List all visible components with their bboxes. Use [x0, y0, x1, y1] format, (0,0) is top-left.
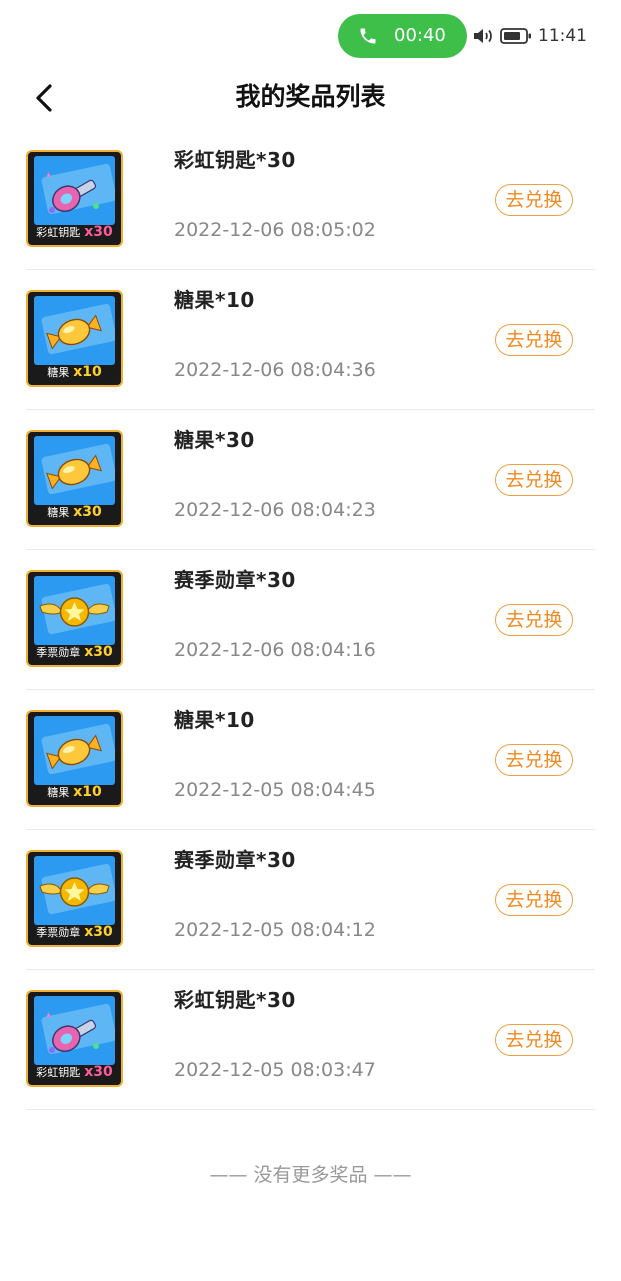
- prize-thumbnail: 彩虹钥匙 x30: [26, 990, 123, 1087]
- prize-thumbnail: 彩虹钥匙 x30: [26, 150, 123, 247]
- prize-row-6: 季票勋章 x30 赛季勋章*30 2022-12-05 08:04:12 去兑换: [0, 830, 621, 970]
- ongoing-call-pill[interactable]: 00:40: [338, 14, 467, 58]
- thumbnail-label: 季票勋章: [36, 926, 81, 939]
- prize-timestamp: 2022-12-05 08:03:47: [174, 1059, 376, 1081]
- prize-name: 糖果*30: [174, 428, 255, 452]
- status-icons: 11:41: [472, 24, 587, 48]
- prize-name: 彩虹钥匙*30: [174, 148, 296, 172]
- thumbnail-caption: 季票勋章 x30: [28, 644, 121, 662]
- prize-row-2: 糖果 x10 糖果*10 2022-12-06 08:04:36 去兑换: [0, 270, 621, 410]
- rainbow-key-icon: [46, 172, 99, 213]
- thumbnail-label: 糖果: [47, 366, 70, 379]
- rainbow-key-icon: [46, 1012, 99, 1053]
- prize-timestamp: 2022-12-06 08:05:02: [174, 219, 376, 241]
- prize-timestamp: 2022-12-05 08:04:12: [174, 919, 376, 941]
- prize-row-1: 彩虹钥匙 x30 彩虹钥匙*30 2022-12-06 08:05:02 去兑换: [0, 130, 621, 270]
- thumbnail-quantity: x30: [84, 644, 113, 660]
- prize-thumbnail: 糖果 x10: [26, 710, 123, 807]
- prize-row-3: 糖果 x30 糖果*30 2022-12-06 08:04:23 去兑换: [0, 410, 621, 550]
- candy-icon: [46, 734, 102, 770]
- prize-timestamp: 2022-12-06 08:04:23: [174, 499, 376, 521]
- prize-thumbnail: 季票勋章 x30: [26, 850, 123, 947]
- redeem-button[interactable]: 去兑换: [495, 324, 573, 356]
- thumbnail-quantity: x30: [84, 924, 113, 940]
- thumbnail-caption: 糖果 x30: [28, 504, 121, 522]
- redeem-button[interactable]: 去兑换: [495, 464, 573, 496]
- phone-icon: [360, 28, 376, 44]
- thumbnail-label: 彩虹钥匙: [36, 1066, 81, 1079]
- thumbnail-caption: 彩虹钥匙 x30: [28, 1064, 121, 1082]
- call-timer: 00:40: [394, 25, 446, 46]
- status-bar: 00:40 11:41: [0, 0, 621, 72]
- battery-icon: [500, 28, 531, 44]
- prize-row-5: 糖果 x10 糖果*10 2022-12-05 08:04:45 去兑换: [0, 690, 621, 830]
- nav-header: 我的奖品列表: [0, 72, 621, 122]
- prize-name: 赛季勋章*30: [174, 848, 296, 872]
- prize-thumbnail: 糖果 x30: [26, 430, 123, 527]
- thumbnail-caption: 季票勋章 x30: [28, 924, 121, 942]
- thumbnail-quantity: x30: [84, 1064, 113, 1080]
- thumbnail-label: 糖果: [47, 786, 70, 799]
- prize-thumbnail: 糖果 x10: [26, 290, 123, 387]
- prize-name: 赛季勋章*30: [174, 568, 296, 592]
- prize-list: 彩虹钥匙 x30 彩虹钥匙*30 2022-12-06 08:05:02 去兑换…: [0, 130, 621, 1110]
- clock: 11:41: [538, 26, 587, 46]
- prize-row-4: 季票勋章 x30 赛季勋章*30 2022-12-06 08:04:16 去兑换: [0, 550, 621, 690]
- thumbnail-quantity: x30: [73, 504, 102, 520]
- thumbnail-quantity: x10: [73, 784, 102, 800]
- thumbnail-label: 糖果: [47, 506, 70, 519]
- no-more-prizes-text: —— 没有更多奖品 ——: [209, 1164, 412, 1186]
- prize-row-7: 彩虹钥匙 x30 彩虹钥匙*30 2022-12-05 08:03:47 去兑换: [0, 970, 621, 1110]
- volume-icon: [474, 29, 492, 43]
- thumbnail-label: 季票勋章: [36, 646, 81, 659]
- thumbnail-quantity: x10: [73, 364, 102, 380]
- thumbnail-quantity: x30: [84, 224, 113, 240]
- redeem-button[interactable]: 去兑换: [495, 744, 573, 776]
- redeem-button[interactable]: 去兑换: [495, 604, 573, 636]
- season-medal-icon: [39, 877, 110, 907]
- thumbnail-caption: 糖果 x10: [28, 364, 121, 382]
- thumbnail-caption: 糖果 x10: [28, 784, 121, 802]
- redeem-button[interactable]: 去兑换: [495, 184, 573, 216]
- prize-name: 糖果*10: [174, 708, 255, 732]
- thumbnail-label: 彩虹钥匙: [36, 226, 81, 239]
- prize-timestamp: 2022-12-06 08:04:36: [174, 359, 376, 381]
- redeem-button[interactable]: 去兑换: [495, 884, 573, 916]
- season-medal-icon: [39, 597, 110, 627]
- prize-name: 彩虹钥匙*30: [174, 988, 296, 1012]
- thumbnail-caption: 彩虹钥匙 x30: [28, 224, 121, 242]
- prize-timestamp: 2022-12-06 08:04:16: [174, 639, 376, 661]
- page-title: 我的奖品列表: [235, 82, 386, 111]
- prize-thumbnail: 季票勋章 x30: [26, 570, 123, 667]
- redeem-button[interactable]: 去兑换: [495, 1024, 573, 1056]
- candy-icon: [46, 454, 102, 490]
- prize-name: 糖果*10: [174, 288, 255, 312]
- candy-icon: [46, 314, 102, 350]
- prize-timestamp: 2022-12-05 08:04:45: [174, 779, 376, 801]
